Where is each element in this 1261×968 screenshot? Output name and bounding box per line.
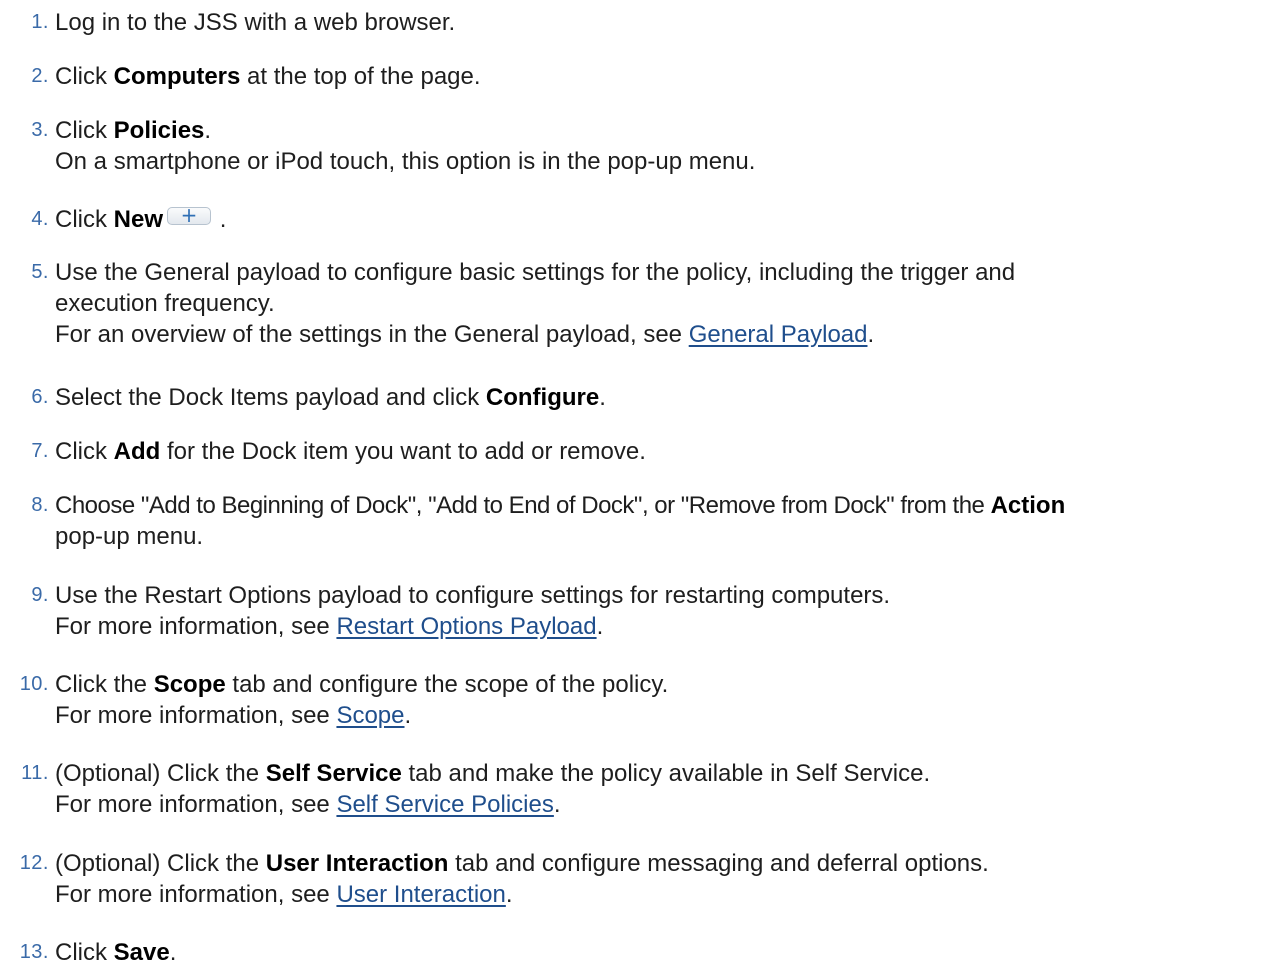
step-text: Use the Restart Options payload to confi… bbox=[55, 582, 891, 609]
step-note-end: . bbox=[505, 881, 513, 908]
step-number: 11. bbox=[21, 762, 49, 784]
step-note: For an overview of the settings in the G… bbox=[55, 321, 689, 348]
plus-icon: + bbox=[180, 203, 198, 227]
step-number: 7. bbox=[31, 440, 49, 462]
user-interaction-link[interactable]: User Interaction bbox=[336, 881, 505, 908]
step-note-end: . bbox=[867, 321, 875, 348]
ui-term-computers: Computers bbox=[113, 63, 241, 90]
step-note-end: . bbox=[404, 702, 412, 729]
step-text: at the top of the page. bbox=[240, 63, 481, 90]
step-text: pop-up menu. bbox=[55, 523, 204, 550]
step-number: 2. bbox=[31, 65, 49, 87]
step-text: for the Dock item you want to add or rem… bbox=[160, 438, 646, 465]
ui-term-add: Add bbox=[113, 438, 161, 465]
step-text: . bbox=[204, 117, 212, 144]
step-text: tab and configure messaging and deferral… bbox=[448, 850, 989, 877]
ui-term-configure: Configure bbox=[485, 384, 600, 411]
step-number: 13. bbox=[19, 941, 49, 963]
step-number: 12. bbox=[19, 852, 49, 874]
step-number: 9. bbox=[31, 584, 49, 606]
step-number: 8. bbox=[31, 494, 49, 516]
step-text: tab and make the policy available in Sel… bbox=[401, 760, 931, 787]
step-text: Click bbox=[55, 63, 114, 90]
step-note-end: . bbox=[596, 613, 604, 640]
step-text: Log in to the JSS with a web browser. bbox=[55, 9, 456, 36]
ui-term-action: Action bbox=[990, 492, 1066, 519]
ui-term-user-interaction: User Interaction bbox=[265, 850, 449, 877]
self-service-policies-link[interactable]: Self Service Policies bbox=[336, 791, 553, 818]
ui-term-scope: Scope bbox=[153, 671, 226, 698]
step-note-end: . bbox=[553, 791, 561, 818]
ui-term-policies: Policies bbox=[113, 117, 205, 144]
step-note: On a smartphone or iPod touch, this opti… bbox=[55, 148, 756, 175]
step-text: . bbox=[599, 384, 606, 411]
ui-term-self-service: Self Service bbox=[265, 760, 402, 787]
step-number: 10. bbox=[19, 673, 49, 695]
step-note: For more information, see bbox=[55, 791, 337, 818]
step-number: 4. bbox=[31, 208, 49, 230]
step-text: execution frequency. bbox=[55, 290, 275, 317]
step-number: 5. bbox=[31, 261, 49, 283]
step-text: tab and configure the scope of the polic… bbox=[225, 671, 669, 698]
step-text: Use the General payload to configure bas… bbox=[55, 259, 1016, 286]
step-text: Click bbox=[55, 117, 114, 144]
step-note: For more information, see bbox=[55, 613, 337, 640]
step-text: Click the bbox=[55, 671, 154, 698]
step-text: . bbox=[213, 206, 227, 233]
step-text: (Optional) Click the bbox=[55, 760, 266, 787]
step-text: Choose "Add to Beginning of Dock", "Add … bbox=[55, 492, 991, 519]
step-number: 6. bbox=[31, 386, 49, 408]
step-note: For more information, see bbox=[55, 702, 337, 729]
ui-term-new: New bbox=[113, 206, 164, 233]
step-text: Click bbox=[55, 206, 114, 233]
step-note: For more information, see bbox=[55, 881, 337, 908]
step-number: 1. bbox=[31, 11, 49, 33]
step-number: 3. bbox=[31, 119, 49, 141]
new-plus-button-image: + bbox=[167, 203, 212, 227]
step-text: Click bbox=[55, 438, 114, 465]
step-text: . bbox=[169, 939, 177, 966]
step-text: Click bbox=[55, 939, 114, 966]
ui-term-save: Save bbox=[113, 939, 170, 966]
scope-link[interactable]: Scope bbox=[336, 702, 404, 729]
step-text: Select the Dock Items payload and click bbox=[55, 384, 486, 411]
general-payload-link[interactable]: General Payload bbox=[689, 321, 868, 348]
step-text: (Optional) Click the bbox=[55, 850, 266, 877]
restart-options-payload-link[interactable]: Restart Options Payload bbox=[336, 613, 596, 640]
